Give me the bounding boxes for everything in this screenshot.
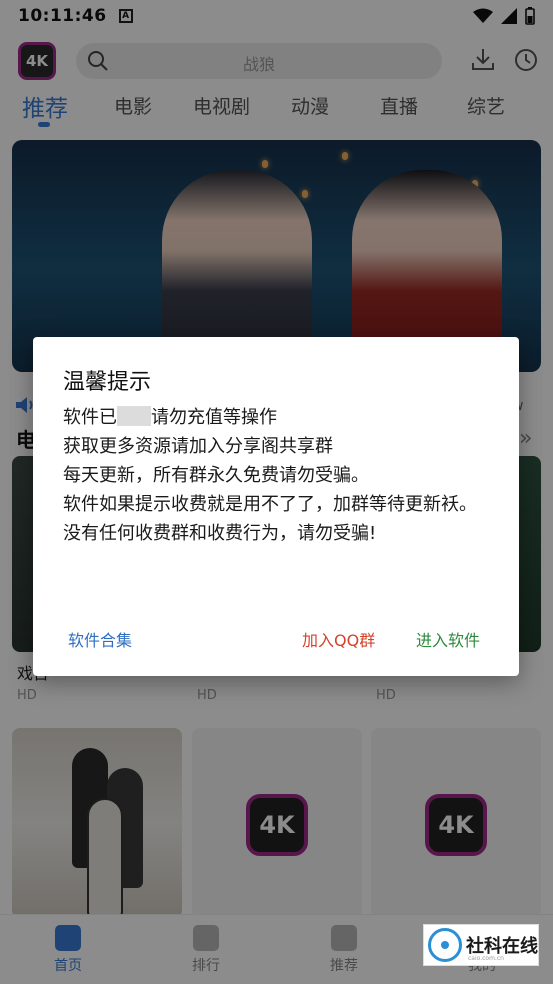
join-qq-group-button[interactable]: 加入QQ群 bbox=[302, 627, 375, 651]
notice-dialog: 温馨提示 软件已 请勿充值等操作 获取更多资源请加入分享阁共享群 每天更新，所有群… bbox=[33, 337, 519, 676]
dialog-line: 软件已 请勿充值等操作 bbox=[63, 406, 277, 428]
dialog-title: 温馨提示 bbox=[63, 370, 152, 395]
dialog-line: 每天更新，所有群永久免费请勿受骗。 bbox=[63, 465, 369, 486]
dialog-line: 获取更多资源请加入分享阁共享群 bbox=[63, 436, 333, 457]
software-collection-button[interactable]: 软件合集 bbox=[68, 627, 132, 651]
dialog-line: 软件如果提示收费就是用不了了，加群等待更新袄。 bbox=[63, 494, 477, 515]
dialog-line: 没有任何收费群和收费行为，请勿受骗! bbox=[63, 523, 377, 544]
watermark-icon bbox=[428, 928, 462, 962]
dialog-body: 软件已 请勿充值等操作 获取更多资源请加入分享阁共享群 每天更新，所有群永久免费请… bbox=[63, 403, 499, 548]
enter-software-button[interactable]: 进入软件 bbox=[416, 627, 480, 651]
redacted-text bbox=[117, 406, 151, 426]
watermark-sub: caio.com.cn bbox=[468, 955, 504, 962]
